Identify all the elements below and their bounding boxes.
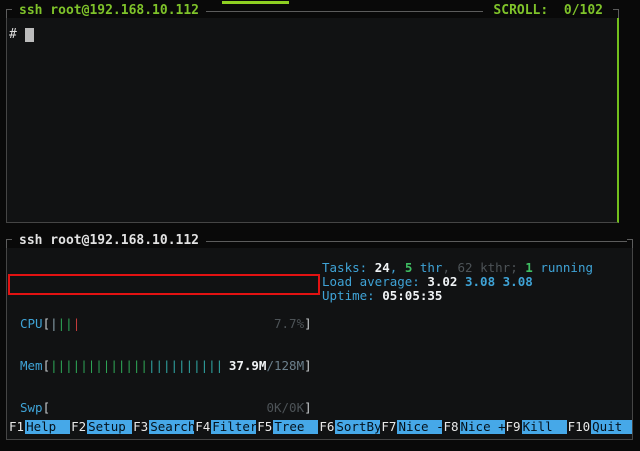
shell-prompt-line: #: [9, 27, 34, 42]
fkey-action: Nice +: [460, 420, 505, 434]
htop-summary: Tasks: 24, 5 thr, 62 kthr; 1 runningLoad…: [322, 261, 593, 303]
fkey-action: SortBy: [335, 420, 380, 434]
swap-meter-label: Swp: [20, 401, 43, 415]
fkey-kill[interactable]: F9Kill: [505, 420, 567, 434]
text-cursor: [25, 28, 34, 42]
swap-meter-value: 0K/0K: [266, 401, 304, 415]
meter-bracket: [: [43, 401, 51, 415]
terminal-screen: ssh root@192.168.10.112 SCROLL: 0/102 # …: [0, 0, 640, 451]
fkey-tree[interactable]: F5Tree: [256, 420, 318, 434]
load-average: Load average: 3.02 3.08 3.08: [322, 275, 593, 289]
top-pane-body[interactable]: #: [6, 18, 619, 223]
fkey-sortby[interactable]: F6SortBy: [318, 420, 380, 434]
fkey-filter[interactable]: F4Filter: [194, 420, 256, 434]
swap-meter: Swp[0K/0K]: [20, 401, 632, 415]
scroll-indicator: SCROLL: 0/102: [493, 4, 603, 18]
top-terminal-pane[interactable]: ssh root@192.168.10.112 SCROLL: 0/102 #: [6, 4, 619, 223]
pane-corner-icon: [6, 9, 12, 18]
pane-corner-icon: [627, 239, 633, 248]
cpu-meter-label: CPU: [20, 317, 43, 331]
pane-border-line: [206, 241, 627, 242]
fkey-help[interactable]: F1Help: [8, 420, 70, 434]
fkey-action: Help: [25, 420, 70, 434]
fkey-label: F5: [256, 420, 273, 434]
meter-bracket: ]: [304, 317, 312, 331]
cpu-meter-value: 7.7%: [274, 317, 304, 331]
bottom-pane-body[interactable]: CPU[||||7.7%] Mem[||||||||||||||||||||||…: [6, 248, 633, 440]
pane-corner-icon: [613, 9, 619, 18]
fkey-action: Kill: [522, 420, 567, 434]
bottom-terminal-pane[interactable]: ssh root@192.168.10.112 CPU[||||7.7%] Me…: [6, 234, 633, 440]
fkey-action: Nice -: [397, 420, 442, 434]
fkey-label: F8: [442, 420, 459, 434]
pane-corner-icon: [6, 239, 12, 248]
fkey-quit[interactable]: F10Quit: [567, 420, 632, 434]
fkey-label: F1: [8, 420, 25, 434]
htop-screen: CPU[||||7.7%] Mem[||||||||||||||||||||||…: [7, 248, 632, 439]
fkey-action: Filter: [211, 420, 256, 434]
fkey-action: Search: [149, 420, 194, 434]
bottom-pane-title: ssh root@192.168.10.112: [19, 234, 199, 248]
fkey-search[interactable]: F3Search: [132, 420, 194, 434]
fkey-nice-minus[interactable]: F7Nice -: [380, 420, 442, 434]
fkey-action: Setup: [87, 420, 132, 434]
fkey-setup[interactable]: F2Setup: [70, 420, 132, 434]
meter-bracket: ]: [304, 359, 312, 373]
shell-prompt: #: [9, 27, 17, 42]
fkey-label: F10: [567, 420, 592, 434]
meter-bracket: [: [43, 359, 51, 373]
fkey-label: F2: [70, 420, 87, 434]
fkey-label: F3: [132, 420, 149, 434]
pane-border-line: [206, 11, 483, 12]
memory-meter: Mem[||||||||||||||||||||||| 37.9M/128M]: [20, 359, 632, 373]
memory-meter-value: 37.9M/128M: [229, 359, 304, 373]
fkey-action: Quit: [591, 420, 632, 434]
fkey-label: F6: [318, 420, 335, 434]
top-pane-title: ssh root@192.168.10.112: [19, 4, 199, 18]
top-pane-titlebar: ssh root@192.168.10.112 SCROLL: 0/102: [6, 4, 619, 18]
memory-meter-label: Mem: [20, 359, 43, 373]
meter-bracket: [: [43, 317, 51, 331]
fkey-nice-plus[interactable]: F8Nice +: [442, 420, 504, 434]
fkey-label: F9: [505, 420, 522, 434]
fkey-label: F4: [194, 420, 211, 434]
uptime: Uptime: 05:05:35: [322, 289, 593, 303]
meter-bracket: ]: [304, 401, 312, 415]
function-key-bar: F1HelpF2SetupF3SearchF4FilterF5TreeF6Sor…: [8, 420, 632, 434]
fkey-label: F7: [380, 420, 397, 434]
fkey-action: Tree: [273, 420, 318, 434]
memory-meter-bars: |||||||||||||||||||||||: [50, 359, 223, 373]
tasks-summary: Tasks: 24, 5 thr, 62 kthr; 1 running: [322, 261, 593, 275]
cpu-meter: CPU[|||| 7.7%]: [20, 317, 632, 331]
cpu-meter-bars: ||||: [50, 317, 80, 331]
bottom-pane-titlebar: ssh root@192.168.10.112: [6, 234, 633, 248]
